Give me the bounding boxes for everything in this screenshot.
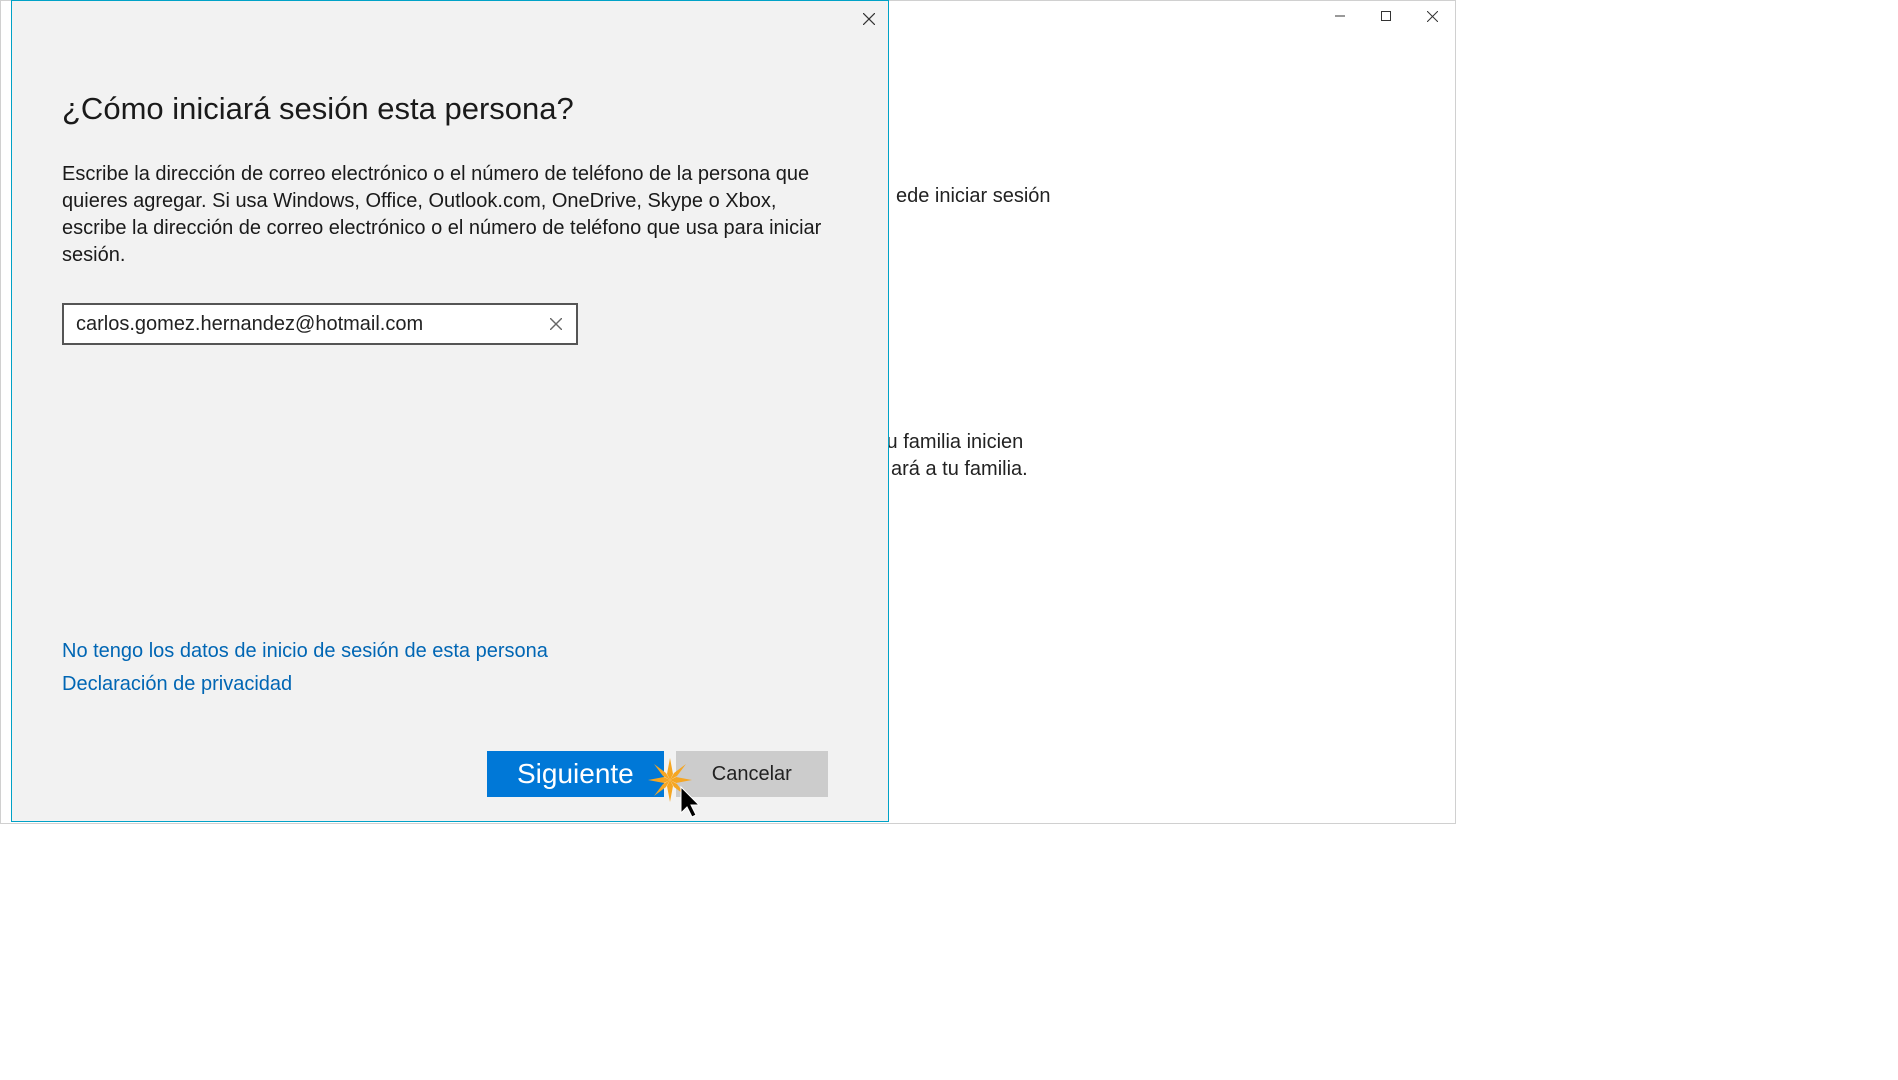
dialog-heading: ¿Cómo iniciará sesión esta persona?: [62, 91, 838, 127]
dialog-links: No tengo los datos de inicio de sesión d…: [62, 640, 548, 706]
email-input[interactable]: [64, 305, 536, 343]
bg-maximize-button[interactable]: [1363, 1, 1409, 31]
dialog-title-bar: [12, 1, 888, 37]
clear-input-button[interactable]: [536, 305, 576, 343]
dialog-button-row: Siguiente Cancelar: [12, 751, 888, 797]
dialog-close-button[interactable]: [850, 1, 888, 37]
email-input-wrapper: [62, 303, 578, 345]
close-icon: [863, 13, 875, 25]
bg-minimize-button[interactable]: [1317, 1, 1363, 31]
bg-close-button[interactable]: [1409, 1, 1455, 31]
cancel-button[interactable]: Cancelar: [676, 751, 828, 797]
bg-partial-text: ará a tu familia.: [891, 458, 1028, 481]
dialog-description: Escribe la dirección de correo electróni…: [62, 161, 832, 269]
next-button[interactable]: Siguiente: [487, 751, 664, 797]
no-credentials-link[interactable]: No tengo los datos de inicio de sesión d…: [62, 640, 548, 663]
dialog-body: ¿Cómo iniciará sesión esta persona? Escr…: [12, 37, 888, 821]
bg-partial-text: tu familia inicien: [881, 431, 1023, 454]
add-user-dialog: ¿Cómo iniciará sesión esta persona? Escr…: [11, 0, 889, 822]
clear-icon: [550, 318, 562, 330]
privacy-statement-link[interactable]: Declaración de privacidad: [62, 673, 548, 696]
bg-partial-text: ede iniciar sesión: [896, 185, 1051, 208]
